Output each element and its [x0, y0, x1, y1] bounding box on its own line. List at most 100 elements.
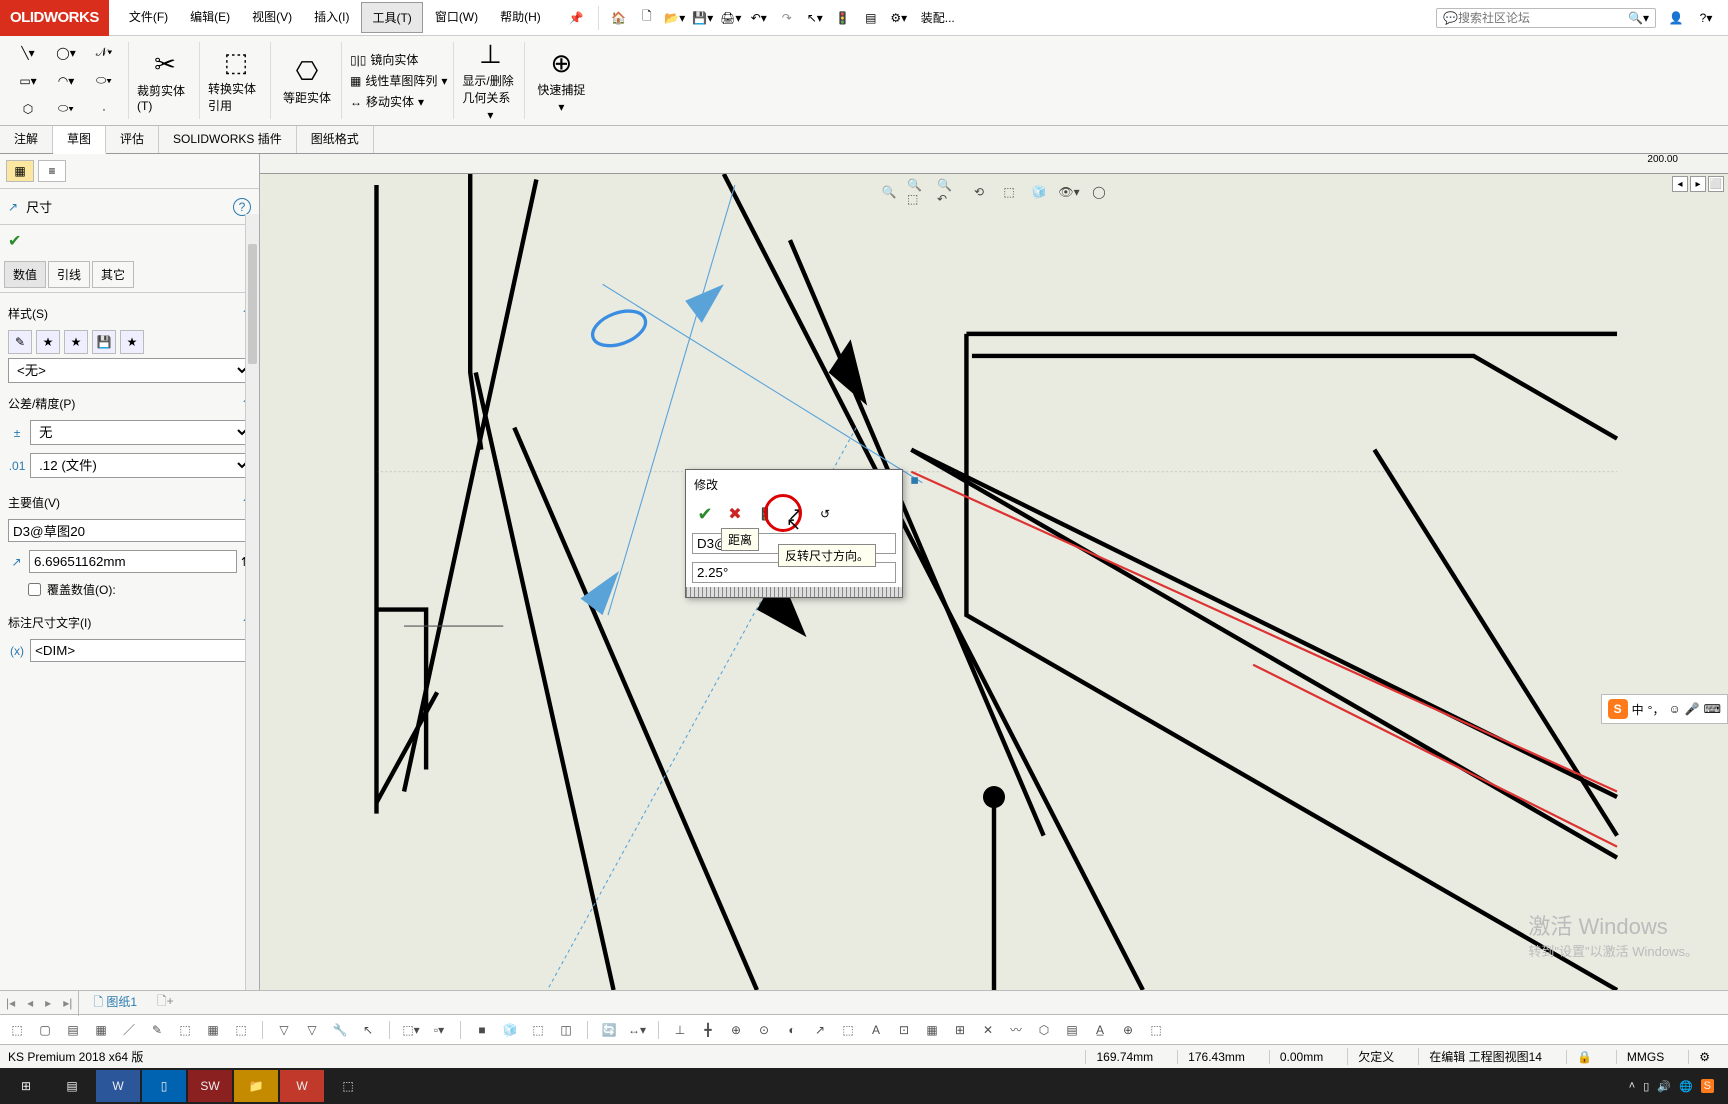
add-sheet-icon[interactable]: 🗋+	[151, 992, 180, 1013]
word-icon[interactable]: W	[96, 1070, 140, 1102]
bb-a3[interactable]: ⊕	[725, 1019, 747, 1041]
bb-1[interactable]: ⬚	[6, 1019, 28, 1041]
app2-icon[interactable]: ▯	[142, 1070, 186, 1102]
status-lock-icon[interactable]: 🔒	[1566, 1050, 1602, 1064]
sheet-nav-prev-icon[interactable]: ◂	[21, 996, 39, 1010]
help-icon[interactable]: ?▾	[1694, 6, 1718, 30]
menu-help[interactable]: 帮助(H)	[490, 2, 551, 33]
spline-tool-icon[interactable]: 𝒩▾	[86, 40, 122, 66]
pencil-icon[interactable]: ✎	[146, 1019, 168, 1041]
bb-11[interactable]: ▽	[301, 1019, 323, 1041]
arrow-icon[interactable]: ↖	[357, 1019, 379, 1041]
trim-entities-button[interactable]: ✂ 裁剪实体(T)	[137, 49, 193, 113]
subtab-value[interactable]: 数值	[4, 261, 46, 288]
assembly-button[interactable]: 装配...	[915, 6, 961, 30]
arc-tool-icon[interactable]: ◠▾	[48, 68, 84, 94]
status-units[interactable]: MMGS	[1616, 1050, 1674, 1064]
style-icon-5[interactable]: ★	[120, 330, 144, 354]
slot-tool-icon[interactable]: ⬭▾	[48, 96, 84, 122]
thumbwheel[interactable]	[686, 587, 902, 597]
dimension-text-input[interactable]	[30, 639, 251, 662]
tab-annotation[interactable]: 注解	[0, 126, 53, 153]
bb-a14[interactable]: ⬡	[1033, 1019, 1055, 1041]
menu-view[interactable]: 视图(V)	[242, 2, 302, 33]
search-input[interactable]	[1458, 11, 1628, 25]
tray-sogou-icon[interactable]: S	[1701, 1079, 1714, 1093]
bb-4[interactable]: ▦	[90, 1019, 112, 1041]
bb-a17[interactable]: ⊕	[1117, 1019, 1139, 1041]
panel-scrollbar[interactable]	[245, 214, 259, 990]
cube-shaded-icon[interactable]: 🧊	[499, 1019, 521, 1041]
sheet1-tab[interactable]: 🗋 图纸1	[78, 990, 151, 1016]
fm-tab1-icon[interactable]: ▦	[6, 160, 34, 182]
undo-icon[interactable]: ↶▾	[747, 6, 771, 30]
bb-a8[interactable]: A	[865, 1019, 887, 1041]
bb-a15[interactable]: ▤	[1061, 1019, 1083, 1041]
fm-tab2-icon[interactable]: ≡	[38, 160, 66, 182]
bb-a2[interactable]: ╋	[697, 1019, 719, 1041]
open-icon[interactable]: 📂▾	[663, 6, 687, 30]
taskview-icon[interactable]: ▤	[50, 1070, 94, 1102]
bb-a6[interactable]: ↗	[809, 1019, 831, 1041]
explorer-icon[interactable]: 📁	[234, 1070, 278, 1102]
bb-a4[interactable]: ⊙	[753, 1019, 775, 1041]
tray-network-icon[interactable]: 🌐	[1679, 1080, 1693, 1093]
bb-3[interactable]: ▤	[62, 1019, 84, 1041]
capture-icon[interactable]: ⬚	[326, 1070, 370, 1102]
sheet-nav-first-icon[interactable]: |◂	[0, 996, 21, 1010]
offset-entities-button[interactable]: ⎔ 等距实体	[279, 56, 335, 106]
style-select[interactable]: <无>	[8, 358, 251, 383]
new-icon[interactable]: 🗋	[635, 6, 659, 30]
accept-icon[interactable]: ✔	[8, 233, 21, 250]
bb-7[interactable]: ⬚	[174, 1019, 196, 1041]
tolerance-select[interactable]: 无	[30, 420, 251, 445]
status-gear-icon[interactable]: ⚙	[1688, 1050, 1720, 1064]
drawing-canvas[interactable]: 200.00 🔍 🔍⬚ 🔍↶ ⟲ ⬚ 🧊 👁▾ ◯ ◂ ▸ ⬜	[260, 154, 1728, 990]
subtab-leaders[interactable]: 引线	[48, 261, 90, 288]
bb-a1[interactable]: ⊥	[669, 1019, 691, 1041]
list-icon[interactable]: ▤	[859, 6, 883, 30]
cube-wire-icon[interactable]: ⬚	[527, 1019, 549, 1041]
ellipse-tool-icon[interactable]: ⬭▾	[86, 68, 122, 94]
bb-12[interactable]: 🔧	[329, 1019, 351, 1041]
tray-video-icon[interactable]: ▯	[1643, 1080, 1649, 1093]
cube-solid-icon[interactable]: ■	[471, 1019, 493, 1041]
circle-tool-icon[interactable]: ◯▾	[48, 40, 84, 66]
menu-file[interactable]: 文件(F)	[119, 2, 178, 33]
pin-icon[interactable]: 📌	[561, 11, 592, 25]
line-tool-icon[interactable]: ╲▾	[10, 40, 46, 66]
reset-icon[interactable]: ↺	[814, 503, 836, 525]
line-icon[interactable]: ／	[118, 1019, 140, 1041]
move-entities-button[interactable]: ↔移动实体▾	[350, 93, 447, 110]
confirm-icon[interactable]: ✔	[694, 503, 716, 525]
refresh-icon[interactable]: 🔄	[598, 1019, 620, 1041]
point-tool-icon[interactable]: ·	[86, 96, 122, 122]
filter-icon[interactable]: ▽	[273, 1019, 295, 1041]
bb-a5[interactable]: ◐	[781, 1019, 803, 1041]
sheet-nav-next-icon[interactable]: ▸	[39, 996, 57, 1010]
bb-a9[interactable]: ⊡	[893, 1019, 915, 1041]
wps-icon[interactable]: W	[280, 1070, 324, 1102]
menu-tools[interactable]: 工具(T)	[361, 2, 422, 33]
ime-punct-icon[interactable]: °，	[1648, 701, 1665, 718]
traffic-icon[interactable]: 🚦	[754, 503, 776, 525]
select-icon[interactable]: ↖▾	[803, 6, 827, 30]
rect-tool-icon[interactable]: ▭▾	[10, 68, 46, 94]
traffic-light-icon[interactable]: 🚦	[831, 6, 855, 30]
home-icon[interactable]: 🏠	[607, 6, 631, 30]
mirror-button[interactable]: ▯|▯镜向实体	[350, 51, 447, 68]
dimension-value-input[interactable]	[29, 550, 237, 573]
save-icon[interactable]: 💾▾	[691, 6, 715, 30]
bb-2[interactable]: ▢	[34, 1019, 56, 1041]
convert-entities-button[interactable]: ⬚ 转换实体引用	[208, 47, 264, 114]
linear-pattern-button[interactable]: ▦线性草图阵列▾	[350, 72, 447, 89]
bb-15[interactable]: ▫▾	[428, 1019, 450, 1041]
ime-emoji-icon[interactable]: ☺	[1668, 702, 1680, 716]
reverse-direction-icon[interactable]: ↗	[784, 503, 806, 525]
style-icon-4[interactable]: 💾	[92, 330, 116, 354]
sheet-nav-last-icon[interactable]: ▸|	[57, 996, 78, 1010]
menu-insert[interactable]: 插入(I)	[304, 2, 359, 33]
ime-mic-icon[interactable]: 🎤	[1685, 702, 1700, 716]
cube-iso-icon[interactable]: ◫	[555, 1019, 577, 1041]
tab-addins[interactable]: SOLIDWORKS 插件	[159, 126, 297, 153]
